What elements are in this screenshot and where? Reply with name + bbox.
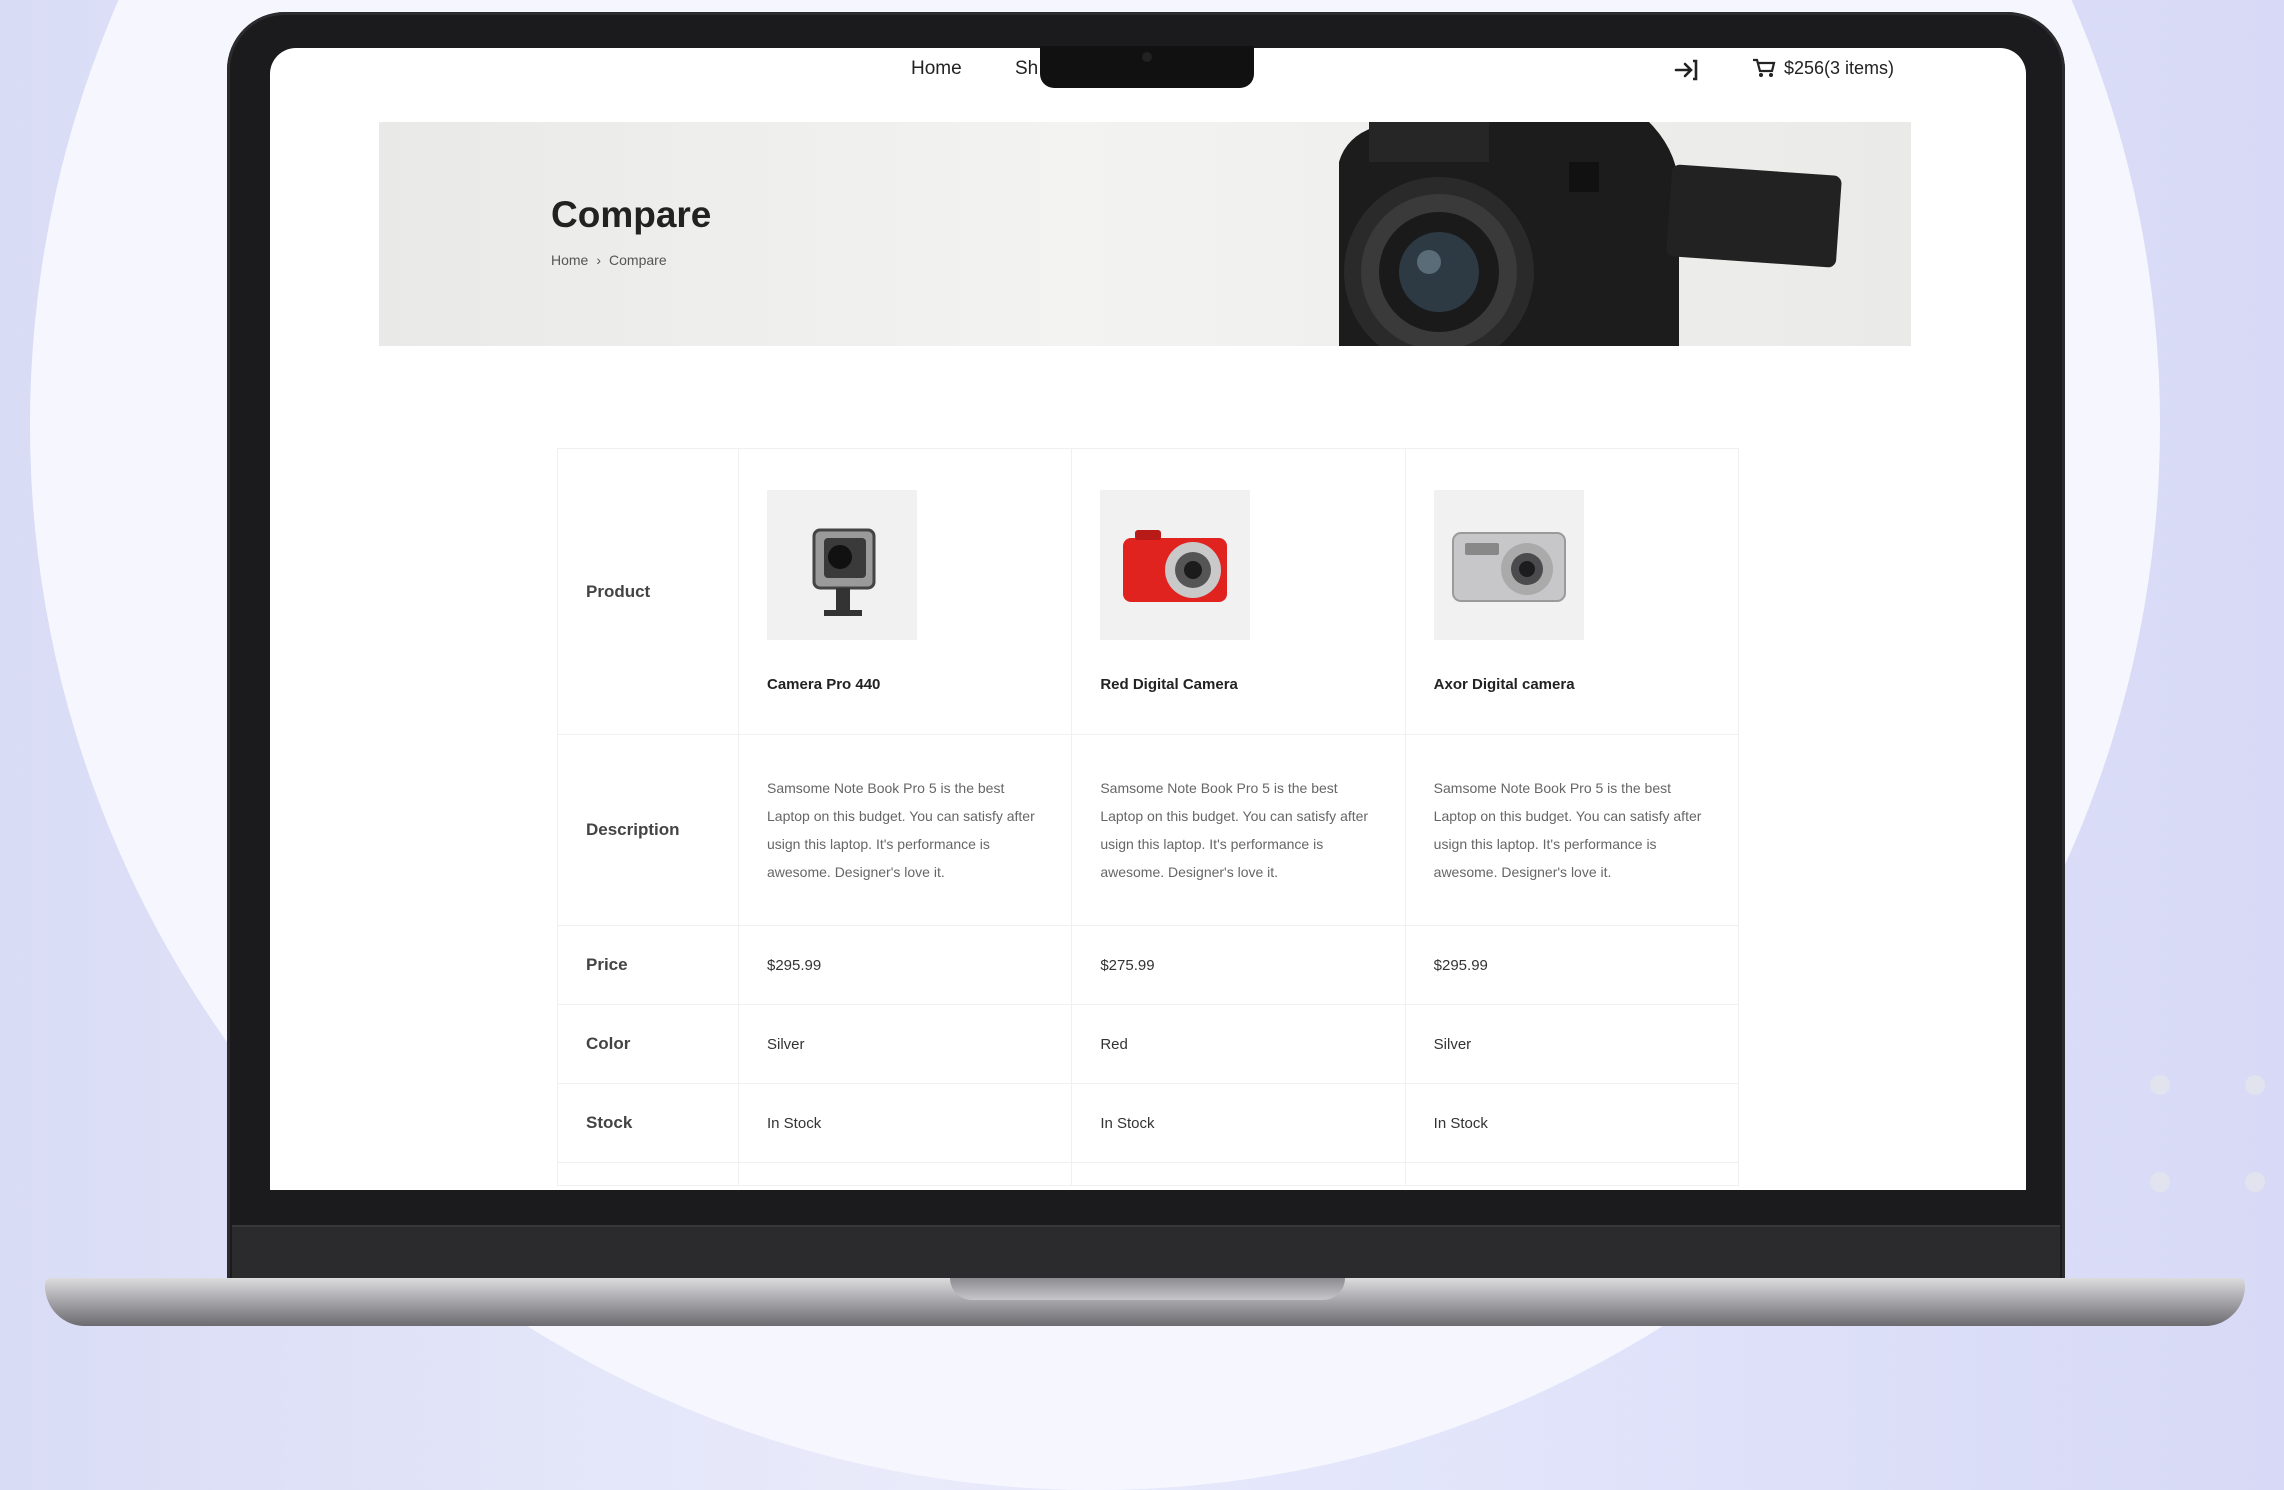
cart-total: $256(3 items) xyxy=(1784,57,1895,78)
table-row: Price $295.99 $275.99 $295.99 xyxy=(557,925,1740,1005)
product-description: Samsome Note Book Pro 5 is the best Lapt… xyxy=(767,780,1035,880)
table-row: Description Samsome Note Book Pro 5 is t… xyxy=(557,734,1740,926)
stock-cell: In Stock xyxy=(1071,1083,1406,1163)
product-cell: Red Digital Camera xyxy=(1071,448,1406,735)
description-cell: Samsome Note Book Pro 5 is the best Lapt… xyxy=(737,734,1073,926)
product-cell: Axor Digital camera xyxy=(1404,448,1740,735)
red-compact-camera-icon xyxy=(1123,530,1228,602)
price-cell: $275.99 xyxy=(1071,925,1406,1005)
cart-icon xyxy=(1753,58,1776,77)
action-camera-icon xyxy=(812,528,876,616)
webcam-notch xyxy=(1040,46,1254,88)
laptop-screen: Home Sh $256(3 items) Compare Home › Com… xyxy=(270,48,2026,1190)
row-label-description: Description xyxy=(557,734,739,926)
decorative-dots xyxy=(2130,1075,2270,1275)
product-description: Samsome Note Book Pro 5 is the best Lapt… xyxy=(1433,780,1702,880)
page-banner: Compare Home › Compare xyxy=(379,122,1911,346)
dslr-camera-icon xyxy=(1339,122,1842,346)
nav-home-link[interactable]: Home xyxy=(911,58,962,80)
laptop-hinge-notch xyxy=(950,1278,1345,1300)
color-cell: Red xyxy=(1071,1004,1406,1084)
empty-cell xyxy=(737,1162,1073,1186)
product-name[interactable]: Camera Pro 440 xyxy=(767,676,1071,693)
price-cell: $295.99 xyxy=(737,925,1073,1005)
color-cell: Silver xyxy=(737,1004,1073,1084)
cart-summary[interactable]: $256(3 items) xyxy=(1752,57,1894,79)
product-name[interactable]: Red Digital Camera xyxy=(1100,676,1404,693)
breadcrumb-current: Compare xyxy=(609,252,667,268)
color-cell: Silver xyxy=(1404,1004,1740,1084)
row-label-color: Color xyxy=(557,1004,739,1084)
row-label-product: Product xyxy=(557,448,739,735)
empty-cell xyxy=(557,1162,739,1186)
nav-shop-link[interactable]: Sh xyxy=(1015,58,1038,80)
webcam-icon xyxy=(1142,52,1152,62)
product-cell: Camera Pro 440 xyxy=(737,448,1073,735)
product-thumbnail[interactable] xyxy=(1433,490,1584,640)
laptop-chin xyxy=(232,1225,2060,1281)
product-description: Samsome Note Book Pro 5 is the best Lapt… xyxy=(1100,780,1369,880)
compare-table: Product Camera Pro 440 Red Digital Camer… xyxy=(557,448,1740,1186)
product-thumbnail[interactable] xyxy=(767,490,917,640)
empty-cell xyxy=(1071,1162,1406,1186)
stock-cell: In Stock xyxy=(1404,1083,1740,1163)
description-cell: Samsome Note Book Pro 5 is the best Lapt… xyxy=(1404,734,1740,926)
row-label-stock: Stock xyxy=(557,1083,739,1163)
price-cell: $295.99 xyxy=(1404,925,1740,1005)
product-name[interactable]: Axor Digital camera xyxy=(1434,676,1738,693)
login-icon[interactable] xyxy=(1672,56,1700,84)
page-title: Compare xyxy=(551,194,712,235)
silver-compact-camera-icon xyxy=(1451,532,1566,602)
description-cell: Samsome Note Book Pro 5 is the best Lapt… xyxy=(1071,734,1406,926)
table-row xyxy=(557,1162,1740,1186)
breadcrumb-home[interactable]: Home xyxy=(551,252,588,268)
table-row: Color Silver Red Silver xyxy=(557,1004,1740,1084)
breadcrumb-separator-icon: › xyxy=(596,252,602,268)
empty-cell xyxy=(1404,1162,1740,1186)
table-row: Product Camera Pro 440 Red Digital Camer… xyxy=(557,448,1740,735)
table-row: Stock In Stock In Stock In Stock xyxy=(557,1083,1740,1163)
stock-cell: In Stock xyxy=(737,1083,1073,1163)
product-thumbnail[interactable] xyxy=(1100,490,1251,640)
row-label-price: Price xyxy=(557,925,739,1005)
breadcrumb: Home › Compare xyxy=(551,252,667,268)
